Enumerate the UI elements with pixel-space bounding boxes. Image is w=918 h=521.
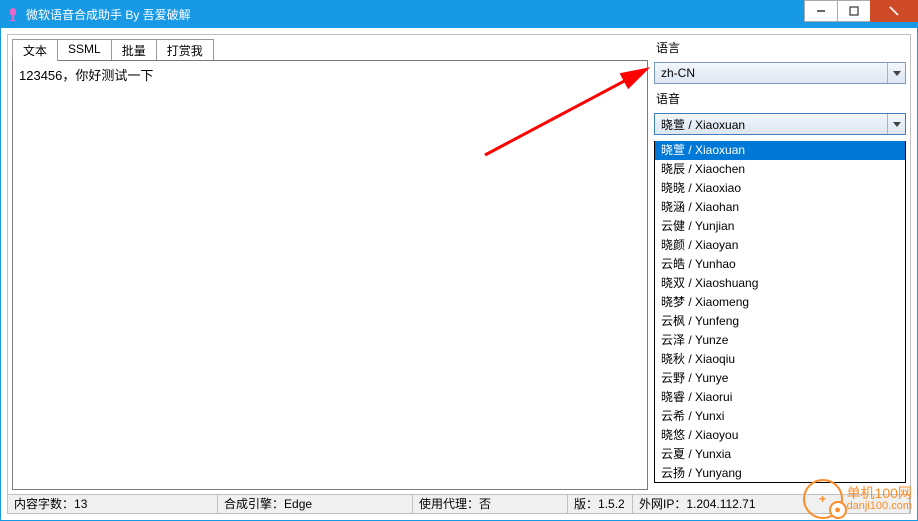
voice-option[interactable]: 云健 / Yunjian [655, 217, 905, 236]
voice-option[interactable]: 云皓 / Yunhao [655, 255, 905, 274]
chevron-down-icon [887, 63, 905, 83]
language-select[interactable]: zh-CN [654, 62, 906, 84]
tab-bar: 文本 SSML 批量 打赏我 [12, 39, 648, 61]
close-button[interactable] [870, 0, 918, 22]
watermark-badge: + ● [803, 479, 843, 519]
voice-option[interactable]: 晓萱 / Xiaoxuan [655, 141, 905, 160]
tab-donate[interactable]: 打赏我 [156, 39, 214, 61]
voice-option[interactable]: 晓晓 / Xiaoxiao [655, 179, 905, 198]
voice-dropdown: 晓萱 / Xiaoxuan 晓辰 / Xiaochen 晓晓 / Xiaoxia… [654, 141, 906, 483]
chevron-down-icon [887, 114, 905, 134]
voice-option[interactable]: 晓梦 / Xiaomeng [655, 293, 905, 312]
voice-value: 晓萱 / Xiaoxuan [661, 116, 745, 133]
tab-batch[interactable]: 批量 [111, 39, 157, 61]
voice-option[interactable]: 晓辰 / Xiaochen [655, 160, 905, 179]
window-title: 微软语音合成助手 By 吾爱破解 [26, 6, 191, 23]
voice-option[interactable]: 晓睿 / Xiaorui [655, 388, 905, 407]
ip-value: 1.204.112.71 [686, 497, 755, 511]
content-input[interactable] [12, 60, 648, 490]
language-value: zh-CN [661, 66, 695, 80]
voice-option[interactable]: 晓涵 / Xiaohan [655, 198, 905, 217]
maximize-button[interactable] [837, 0, 871, 22]
ip-label: 外网IP： [639, 495, 686, 512]
proxy-label: 使用代理： [419, 495, 479, 512]
tab-ssml[interactable]: SSML [57, 39, 112, 61]
voice-option[interactable]: 云野 / Yunye [655, 369, 905, 388]
char-count-value: 13 [74, 497, 87, 511]
client-area: 文本 SSML 批量 打赏我 语言 zh-CN 语音 晓萱 / Xiaoxuan… [0, 28, 918, 521]
proxy-value: 否 [479, 495, 491, 512]
voice-label: 语音 [654, 90, 906, 107]
engine-value: Edge [284, 497, 312, 511]
app-icon [6, 7, 20, 21]
voice-option[interactable]: 晓悠 / Xiaoyou [655, 426, 905, 445]
char-count-label: 内容字数： [14, 495, 74, 512]
minimize-button[interactable] [804, 0, 838, 22]
voice-option[interactable]: 晓双 / Xiaoshuang [655, 274, 905, 293]
language-label: 语言 [654, 39, 906, 56]
voice-option[interactable]: 云希 / Yunxi [655, 407, 905, 426]
titlebar: 微软语音合成助手 By 吾爱破解 [0, 0, 918, 28]
voice-option[interactable]: 晓颜 / Xiaoyan [655, 236, 905, 255]
tab-text[interactable]: 文本 [12, 39, 58, 61]
voice-option[interactable]: 云夏 / Yunxia [655, 445, 905, 464]
version-value: 1.5.2 [598, 497, 625, 511]
voice-option[interactable]: 云泽 / Yunze [655, 331, 905, 350]
status-bar: 内容字数：13 合成引擎：Edge 使用代理：否 版：1.5.2 外网IP：1.… [7, 494, 911, 514]
voice-select[interactable]: 晓萱 / Xiaoxuan [654, 113, 906, 135]
voice-option[interactable]: 晓秋 / Xiaoqiu [655, 350, 905, 369]
watermark-url: danji100.com [847, 500, 912, 512]
engine-label: 合成引擎： [224, 495, 284, 512]
version-label: 版： [574, 495, 598, 512]
watermark-brand: 单机100网 [847, 486, 912, 500]
voice-option[interactable]: 云枫 / Yunfeng [655, 312, 905, 331]
watermark: + ● 单机100网 danji100.com [803, 479, 912, 519]
